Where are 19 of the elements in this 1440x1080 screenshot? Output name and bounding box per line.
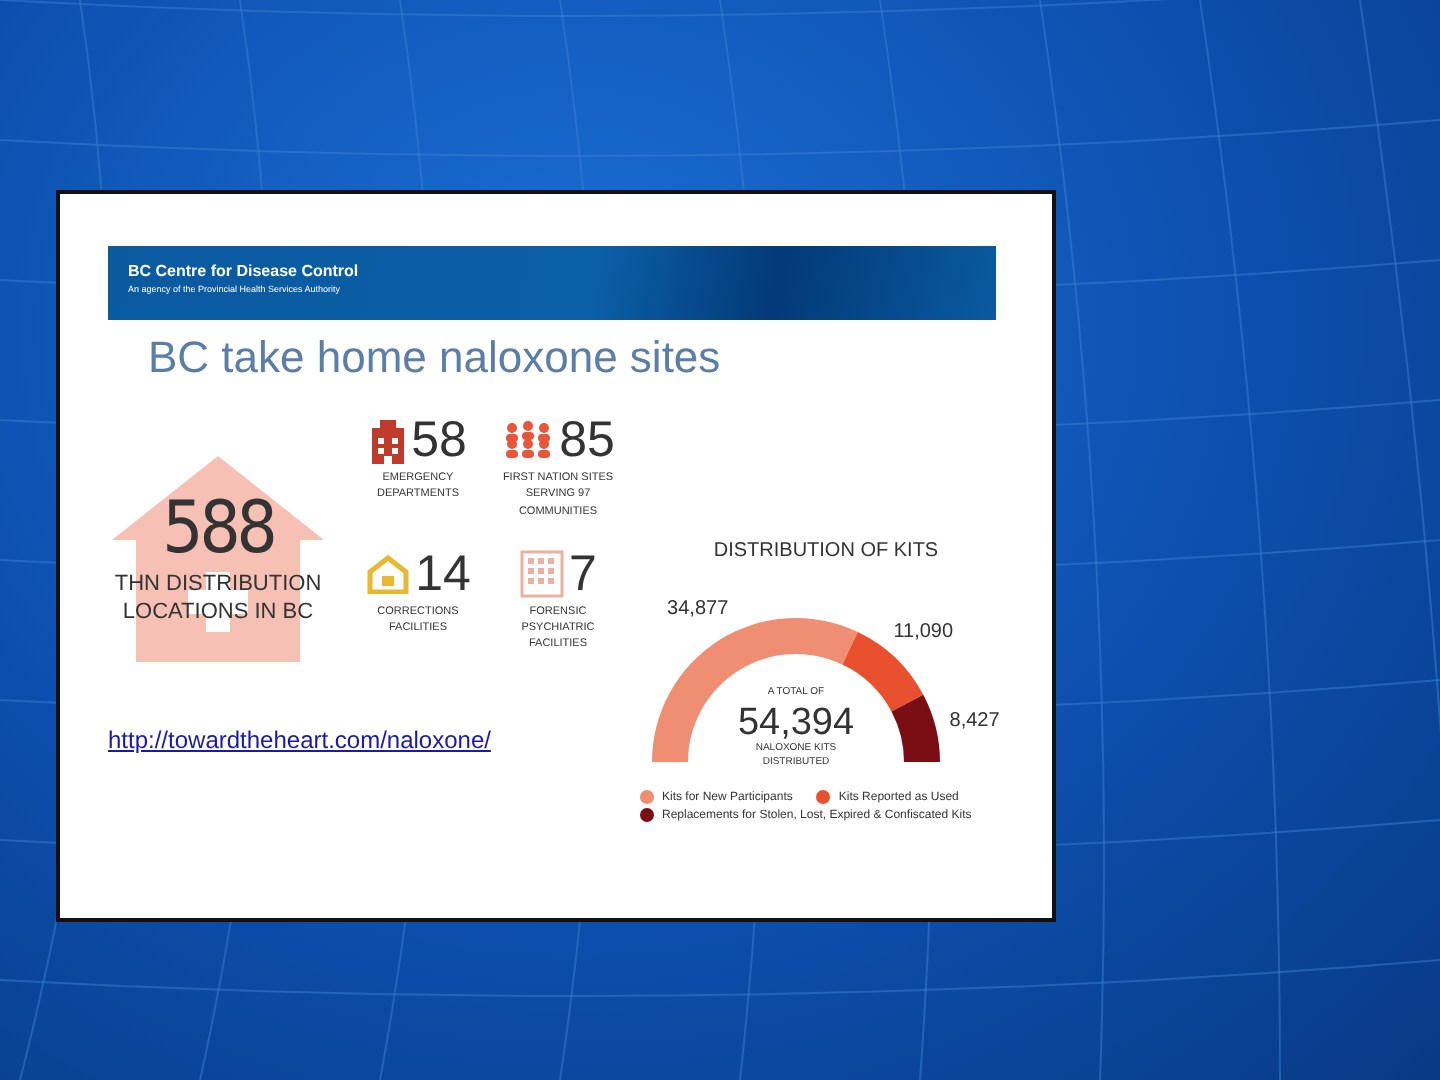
data-label: 11,090 xyxy=(893,621,954,644)
locations-count: 588 xyxy=(162,487,274,570)
hospital-icon xyxy=(369,419,406,463)
stat-value: 14 xyxy=(415,545,471,603)
house-icon xyxy=(365,554,410,594)
data-label: 8,427 xyxy=(949,709,1000,732)
infographic-title: BC take home naloxone sites xyxy=(148,332,723,384)
data-label: 34,877 xyxy=(667,598,729,621)
building-icon xyxy=(519,550,564,598)
organization-name: BC Centre for Disease Control xyxy=(128,262,361,280)
locations-label: THN DISTRIBUTION LOCATIONS IN BC xyxy=(112,569,324,627)
people-group-icon xyxy=(501,419,554,463)
house-icon xyxy=(108,452,328,662)
website-link[interactable]: http://towardtheheart.com/naloxone/ xyxy=(108,726,636,754)
chart-title: DISTRIBUTION OF KITS xyxy=(713,540,939,562)
stat-value: 7 xyxy=(569,545,597,603)
stat-value: 85 xyxy=(559,412,615,470)
total-kits: 54,394 xyxy=(737,702,855,744)
stat-value: 58 xyxy=(411,412,467,470)
